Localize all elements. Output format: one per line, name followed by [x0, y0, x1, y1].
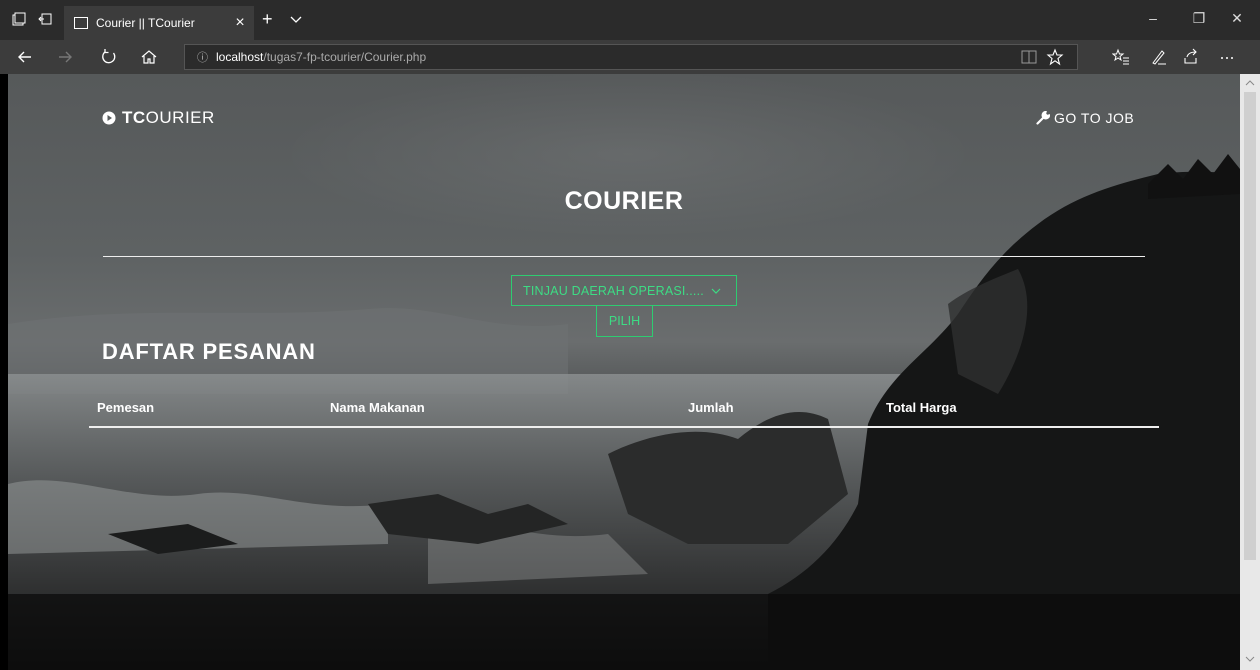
wrench-icon: [1036, 111, 1050, 125]
share-icon[interactable]: [1182, 48, 1200, 66]
sea-cliff-background-image: [8, 154, 1240, 670]
set-tabs-aside-icon[interactable]: [38, 12, 52, 26]
brand-logo-link[interactable]: TC OURIER: [102, 108, 215, 128]
go-to-job-label: GO TO JOB: [1054, 110, 1135, 126]
play-circle-icon: [102, 111, 116, 125]
browser-titlebar: Courier || TCourier × + – ❐ ✕: [0, 0, 1260, 40]
tab-actions-icon[interactable]: [12, 12, 26, 26]
browser-toolbar: ⓘ localhost /tugas7-fp-tcourier/Courier.…: [0, 40, 1260, 74]
title-divider: [103, 256, 1145, 257]
table-header-pemesan: Pemesan: [97, 400, 155, 415]
site-info-icon[interactable]: ⓘ: [197, 49, 208, 65]
page-viewport: TC OURIER GO TO JOB COURIER TINJAU DAERA…: [8, 74, 1240, 670]
table-header-jumlah: Jumlah: [688, 400, 734, 415]
tab-close-button[interactable]: ×: [226, 14, 254, 32]
tab-active[interactable]: Courier || TCourier ×: [64, 6, 254, 40]
back-arrow-icon[interactable]: [16, 48, 34, 66]
address-path: /tugas7-fp-tcourier/Courier.php: [263, 50, 427, 64]
minimize-button[interactable]: –: [1130, 10, 1176, 26]
reading-view-icon[interactable]: [1020, 48, 1038, 66]
tab-list-chevron-icon[interactable]: [289, 12, 303, 29]
close-window-button[interactable]: ✕: [1214, 10, 1260, 27]
brand-rest: OURIER: [145, 108, 215, 127]
chevron-down-icon: [710, 285, 722, 297]
web-note-pen-icon[interactable]: [1150, 48, 1168, 66]
home-icon[interactable]: [140, 48, 158, 66]
pilih-button[interactable]: PILIH: [596, 305, 653, 337]
go-to-job-link[interactable]: GO TO JOB: [1036, 110, 1134, 126]
page-scrollbar[interactable]: [1240, 74, 1260, 670]
brand-bold: TC: [122, 108, 146, 127]
table-header-nama-makanan: Nama Makanan: [330, 400, 425, 415]
new-tab-button[interactable]: +: [262, 9, 273, 30]
page-icon: [74, 17, 88, 29]
more-options-icon[interactable]: [1218, 48, 1236, 66]
section-title: DAFTAR PESANAN: [102, 339, 316, 364]
scroll-up-arrow-icon[interactable]: [1245, 78, 1255, 88]
operation-area-select-value: TINJAU DAERAH OPERASI.....: [523, 283, 704, 298]
table-header-total-harga: Total Harga: [886, 400, 957, 415]
operation-area-select[interactable]: TINJAU DAERAH OPERASI.....: [511, 275, 737, 306]
favorites-hub-icon[interactable]: [1112, 48, 1130, 66]
forward-arrow-icon[interactable]: [56, 48, 74, 66]
address-host: localhost: [216, 50, 264, 64]
page-title: COURIER: [564, 187, 684, 215]
tab-title: Courier || TCourier: [96, 16, 195, 30]
table-header-divider: [89, 426, 1159, 428]
address-bar[interactable]: ⓘ localhost /tugas7-fp-tcourier/Courier.…: [184, 44, 1078, 70]
refresh-icon[interactable]: [100, 48, 118, 66]
scroll-thumb[interactable]: [1244, 92, 1256, 560]
favorite-star-icon[interactable]: [1046, 48, 1064, 66]
scroll-down-arrow-icon[interactable]: [1245, 654, 1255, 664]
